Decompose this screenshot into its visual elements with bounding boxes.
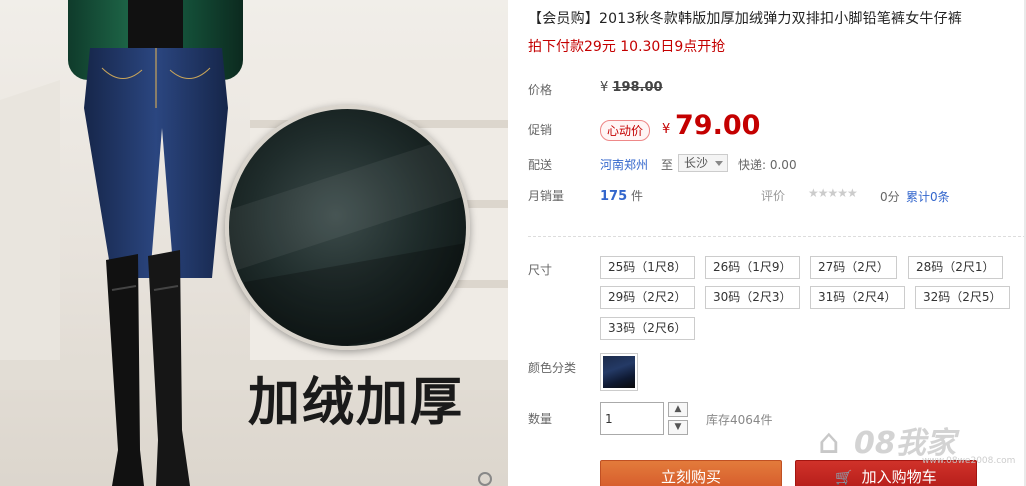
magnifier-icon[interactable] [478,472,492,486]
image-caption: 加绒加厚 [248,373,465,433]
site-watermark: ⌂ 08我家 www.08we2008.com [810,400,1026,486]
monthly-sales: 175 件 [600,187,643,204]
size-label: 尺寸 [528,263,553,277]
product-title: 【会员购】2013秋冬款韩版加厚加绒弹力双排扣小脚铅笔裤女牛仔裤 [528,11,963,27]
divider [528,236,1026,237]
quantity-label: 数量 [528,412,553,426]
size-option[interactable]: 31码（2尺4） [810,286,905,309]
color-label: 颜色分类 [528,361,577,375]
size-option[interactable]: 30码（2尺3） [705,286,800,309]
quantity-increment-button[interactable]: ▲ [668,402,688,417]
quantity-input[interactable] [600,402,664,435]
sales-label: 月销量 [528,189,565,203]
size-option[interactable]: 32码（2尺5） [915,286,1010,309]
size-option[interactable]: 28码（2尺1） [908,256,1003,279]
sales-unit: 件 [630,189,643,203]
size-option[interactable]: 25码（1尺8） [600,256,695,279]
buy-now-button[interactable]: 立刻购买 [600,460,782,486]
rating-score: 0分 [880,190,900,204]
ship-to-word: 至 [661,158,674,172]
original-price-value: 198.00 [612,80,663,95]
color-option-thumbnail[interactable] [600,353,638,391]
destination-value: 长沙 [684,156,709,170]
shipping-fee: 快递: 0.00 [738,158,797,172]
promo-currency: ¥ [662,122,671,137]
rating-stars-icon: ★★★★★ [808,186,858,200]
size-option[interactable]: 26码（1尺9） [705,256,800,279]
jeans-image [84,48,228,278]
product-image[interactable]: 加绒加厚 [0,0,508,486]
product-subtitle: 拍下付款29元 10.30日9点开抢 [528,39,726,55]
promo-label: 促销 [528,123,553,137]
rating-count-link[interactable]: 累计0条 [906,188,950,205]
stock-count: 库存4064件 [706,413,773,427]
boots-image [106,250,190,486]
destination-select[interactable]: 长沙 [678,154,728,172]
price-label: 价格 [528,83,553,97]
quantity-decrement-button[interactable]: ▼ [668,420,688,435]
watermark-url: www.08we2008.com [922,456,1016,466]
sales-count: 175 [600,189,628,204]
promo-tag: 心动价 [600,120,651,141]
ship-from-location[interactable]: 河南郑州 [600,156,648,173]
size-option[interactable]: 33码（2尺6） [600,317,695,340]
rating-label: 评价 [761,189,786,203]
promo-price: 79.00 [675,110,761,141]
size-option[interactable]: 29码（2尺2） [600,286,695,309]
house-logo-icon: ⌂ [818,422,840,462]
currency-symbol: ¥ [600,80,609,95]
shipping-label: 配送 [528,158,553,172]
original-price: ¥ 198.00 [600,80,663,95]
chevron-down-icon [715,161,723,166]
size-option[interactable]: 27码（2尺） [810,256,897,279]
fabric-closeup-image [225,105,470,350]
